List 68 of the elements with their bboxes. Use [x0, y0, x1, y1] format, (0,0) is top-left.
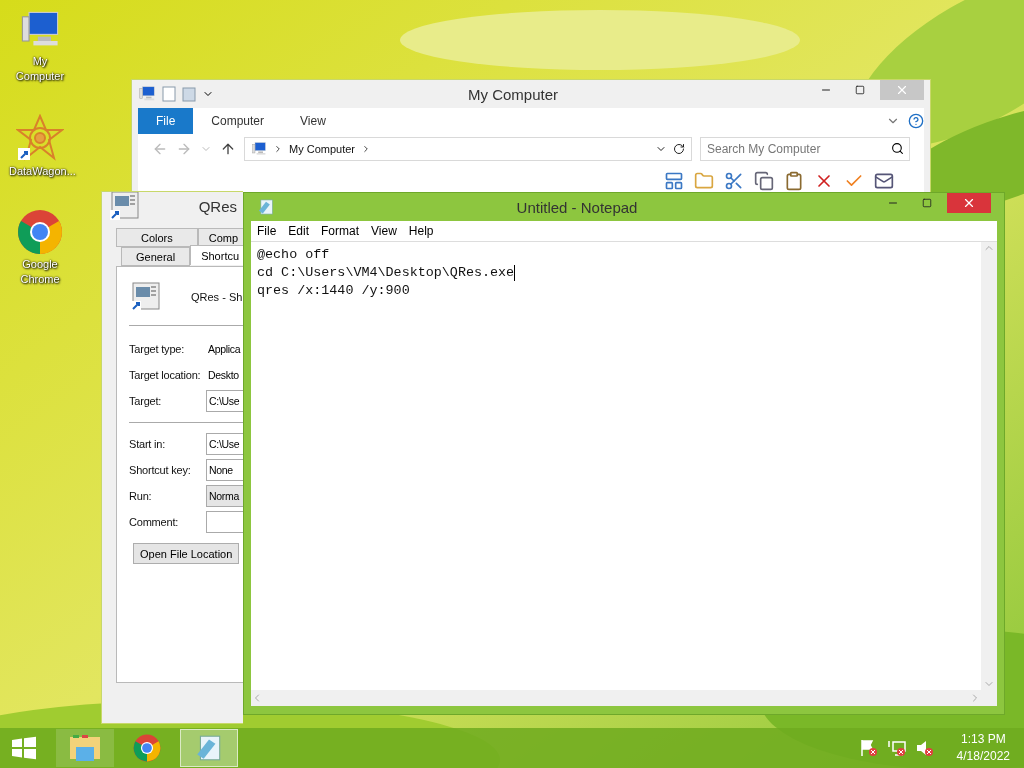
window-title: QRes: [198, 197, 237, 215]
notepad-icon: [257, 198, 275, 216]
network-icon: [886, 739, 907, 757]
maximize-icon: [855, 85, 865, 95]
cut-icon[interactable]: [724, 170, 744, 191]
paste-icon[interactable]: [784, 170, 804, 191]
field-label: Comment:: [129, 516, 180, 528]
address-text: My Computer: [289, 143, 356, 155]
address-bar[interactable]: My Computer: [244, 137, 692, 161]
flag-icon: [858, 739, 879, 757]
clock-time: 1:13 PM: [960, 731, 1006, 748]
search-icon: [891, 142, 904, 155]
horizontal-scrollbar[interactable]: [251, 690, 981, 706]
window-title: Untitled - Notepad: [515, 198, 639, 216]
taskbar-button[interactable]: [56, 729, 114, 767]
speaker-icon: [914, 739, 935, 757]
back-icon[interactable]: [152, 141, 168, 157]
copy-icon[interactable]: [754, 170, 774, 191]
refresh-icon[interactable]: [673, 143, 685, 155]
field-label: Target:: [129, 395, 163, 407]
chrome-icon: [17, 209, 63, 255]
taskbar-button[interactable]: [180, 729, 238, 767]
close-icon: [962, 196, 976, 210]
layout-icon[interactable]: [664, 170, 684, 191]
maximize-icon: [922, 198, 932, 208]
menu-item[interactable]: View: [365, 224, 403, 238]
ribbon-tab[interactable]: File: [138, 108, 194, 134]
shortcut-icon: [129, 281, 161, 313]
clock-date: 4/18/2022: [956, 748, 1010, 765]
shortcut-name: QRes - Sh: [191, 291, 243, 303]
help-icon[interactable]: [908, 113, 924, 129]
search-field[interactable]: Search My Computer: [700, 137, 910, 161]
menu-item[interactable]: Format: [315, 224, 366, 238]
chrome-icon: [133, 734, 161, 762]
ribbon-tab[interactable]: Computer: [193, 108, 283, 134]
field-label: Start in:: [129, 438, 167, 450]
computer-icon: [251, 141, 267, 157]
forward-icon[interactable]: [176, 141, 192, 157]
text-cursor: [514, 265, 516, 281]
ribbon-tab[interactable]: View: [282, 108, 344, 134]
window-title: My Computer: [467, 85, 559, 103]
folder-icon: [182, 86, 196, 102]
field-label: Target type:: [129, 343, 186, 355]
dialog-tab[interactable]: Colors: [116, 228, 198, 247]
computer-icon: [138, 85, 156, 103]
folder-icon: [68, 733, 102, 763]
folder-icon[interactable]: [694, 170, 714, 191]
open-file-location-button[interactable]: Open File Location: [133, 543, 240, 564]
close-icon: [895, 83, 909, 97]
field-label: Run:: [129, 490, 153, 502]
menu-item[interactable]: Edit: [282, 224, 316, 238]
dialog-tab[interactable]: Shortcu: [190, 245, 243, 265]
document-icon: [162, 86, 176, 102]
up-icon[interactable]: [220, 141, 236, 157]
input-field[interactable]: C:\Use: [206, 390, 243, 412]
input-field[interactable]: None: [206, 459, 243, 481]
close-button[interactable]: [947, 193, 991, 213]
menu-item[interactable]: File: [251, 224, 283, 238]
star-icon: [16, 114, 64, 162]
input-field[interactable]: C:\Use: [206, 433, 243, 455]
vertical-scrollbar[interactable]: [981, 242, 997, 690]
run-dropdown[interactable]: Norma: [206, 485, 243, 507]
input-field[interactable]: [206, 511, 243, 533]
chevron-icon: [273, 144, 283, 154]
field-label: Target location:: [129, 369, 202, 381]
dialog-tab[interactable]: General: [121, 247, 191, 266]
field-label: Shortcut key:: [129, 464, 192, 476]
menu-item[interactable]: Help: [402, 224, 440, 238]
